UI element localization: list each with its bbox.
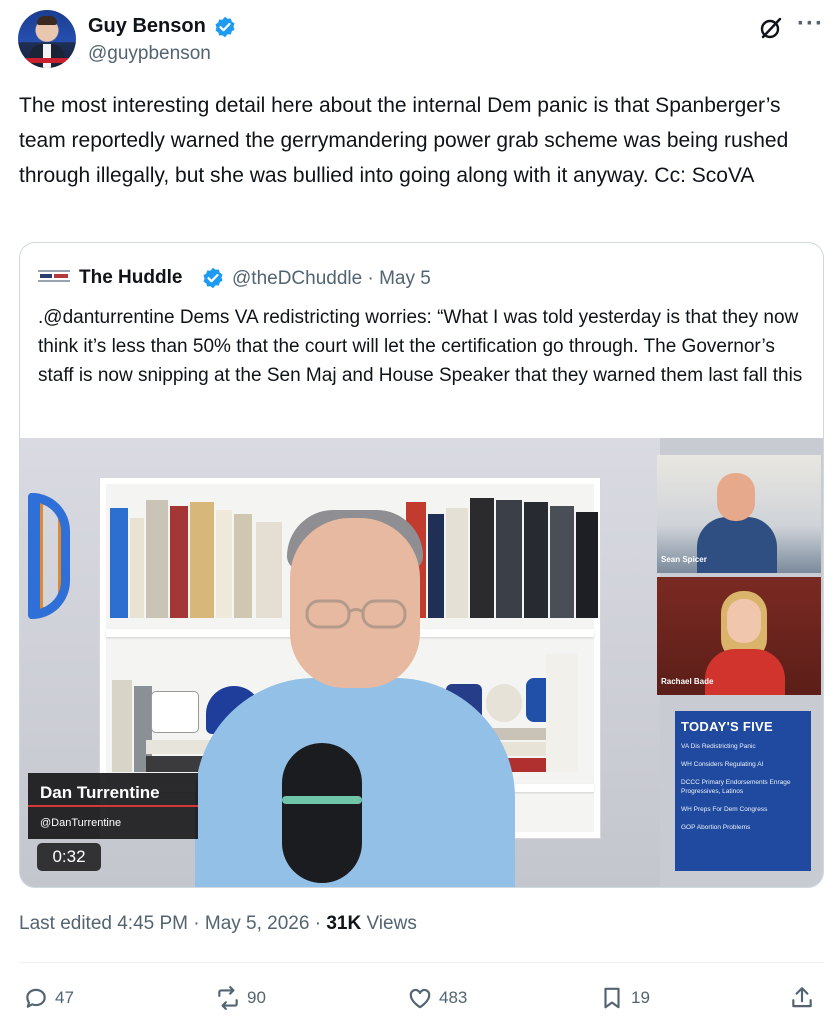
more-icon[interactable]: ··· — [797, 12, 824, 36]
video-side-panel: Sean Spicer Rachael Bade TODAY'S FIVE VA… — [657, 455, 821, 883]
bookmark-count: 19 — [631, 988, 650, 1007]
host-glasses — [305, 599, 407, 629]
guest-camera-2: Rachael Bade — [657, 577, 821, 695]
todays-five-panel: TODAY'S FIVE VA Dis Redistricting Panic … — [675, 711, 811, 871]
views-count: 31K — [326, 913, 362, 934]
bookmark-icon — [604, 987, 620, 1009]
tweet-text: The most interesting detail here about t… — [19, 94, 789, 187]
letter-d-decor — [28, 493, 70, 619]
guest-2-label: Rachael Bade — [661, 677, 714, 686]
edited-timestamp[interactable]: Last edited 4:45 PM · May 5, 2026 · — [19, 913, 326, 934]
bookmark-button[interactable]: 19 — [599, 982, 650, 1014]
lower-third: Dan Turrentine @DanTurrentine — [28, 773, 198, 839]
microphone-ring — [282, 796, 362, 804]
todays-five-item: VA Dis Redistricting Panic — [681, 743, 756, 750]
author-name[interactable]: Guy Benson — [88, 15, 206, 38]
tweet-header: Guy Benson @guypbenson ··· — [18, 10, 823, 70]
lower-third-handle: @DanTurrentine — [40, 817, 122, 829]
lower-third-bar — [28, 805, 198, 807]
quote-author-name[interactable]: The Huddle — [79, 267, 182, 289]
quoted-tweet[interactable]: The Huddle @theDChuddle · May 5 .@dantur… — [19, 242, 824, 888]
todays-five-item: WH Preps For Dem Congress — [681, 806, 768, 813]
share-icon — [792, 987, 812, 1008]
video-timestamp: 0:32 — [37, 843, 101, 871]
quote-text: .@danturrentine Dems VA redistricting wo… — [38, 307, 803, 386]
action-bar: 47 90 483 19 — [19, 982, 824, 1014]
quote-handle-date[interactable]: @theDChuddle · May 5 — [232, 268, 431, 290]
divider — [19, 962, 824, 963]
like-button[interactable]: 483 — [407, 982, 467, 1014]
reply-icon — [26, 988, 46, 1008]
tweet-meta: Last edited 4:45 PM · May 5, 2026 · 31K … — [19, 913, 417, 935]
microphone — [282, 743, 362, 883]
lower-third-name: Dan Turrentine — [40, 783, 160, 802]
guest-camera-1: Sean Spicer — [657, 455, 821, 573]
grok-icon[interactable] — [759, 16, 783, 40]
guest-1-label: Sean Spicer — [661, 555, 707, 564]
todays-five-item: WH Considers Regulating AI — [681, 761, 764, 768]
like-icon — [409, 988, 431, 1009]
todays-five-item: GOP Abortion Problems — [681, 824, 751, 831]
verified-badge-icon — [215, 16, 235, 38]
verified-badge-icon — [203, 267, 223, 289]
video-player[interactable]: Dan Turrentine @DanTurrentine 0:32 Sean … — [20, 438, 823, 887]
repost-count: 90 — [247, 988, 266, 1007]
todays-five-title: TODAY'S FIVE — [681, 719, 773, 734]
reply-button[interactable]: 47 — [23, 982, 74, 1014]
author-avatar[interactable] — [18, 10, 76, 68]
todays-five-item: DCCC Primary Endorsements Enrage Progres… — [681, 779, 791, 795]
repost-button[interactable]: 90 — [215, 982, 266, 1014]
reply-count: 47 — [55, 988, 74, 1007]
author-handle[interactable]: @guypbenson — [88, 43, 211, 65]
share-button[interactable] — [789, 982, 821, 1014]
repost-icon — [218, 986, 238, 1010]
huddle-logo — [38, 270, 70, 282]
views-label: Views — [361, 913, 417, 934]
like-count: 483 — [439, 988, 468, 1007]
